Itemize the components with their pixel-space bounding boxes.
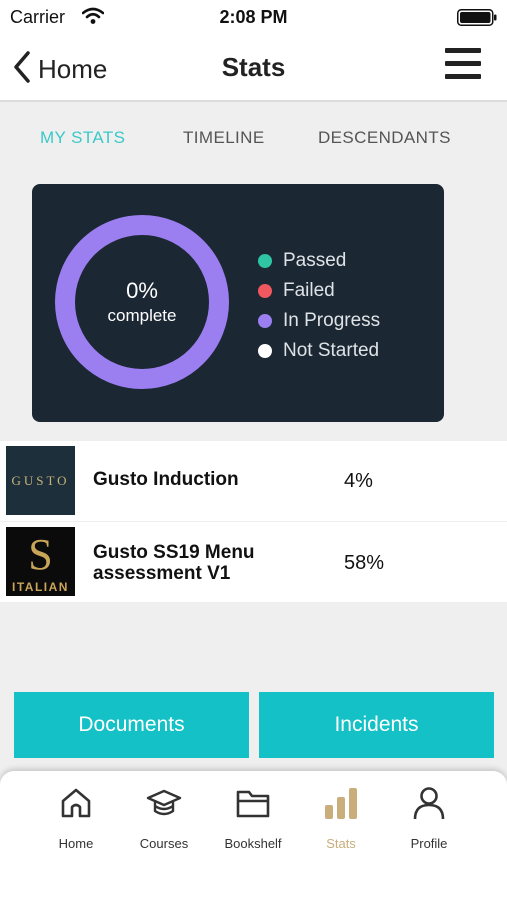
stats-summary-card: 0% complete Passed Failed In Progress No…: [32, 184, 444, 422]
chevron-left-icon: [12, 50, 32, 89]
tab-bar-label: Courses: [139, 836, 189, 851]
battery-icon: [457, 9, 497, 26]
tab-descendants[interactable]: DESCENDANTS: [318, 128, 451, 148]
tab-bar-home[interactable]: Home: [31, 785, 121, 851]
profile-icon: [384, 785, 474, 821]
documents-button[interactable]: Documents: [14, 692, 249, 758]
back-button[interactable]: Home: [12, 50, 107, 89]
legend-dot: [258, 284, 272, 298]
folder-icon: [208, 785, 298, 821]
tab-bar-label: Bookshelf: [224, 836, 282, 851]
home-icon: [31, 785, 121, 821]
status-bar: Carrier 2:08 PM: [0, 0, 507, 34]
course-thumbnail: S ITALIAN: [6, 527, 75, 596]
thumbnail-letter: S: [28, 530, 53, 579]
donut-center: 0% complete: [54, 214, 230, 390]
hamburger-menu-icon[interactable]: [445, 48, 483, 86]
navigation-bar: Home Stats: [0, 34, 507, 102]
legend-item-in-progress: In Progress: [258, 306, 380, 336]
back-label: Home: [38, 54, 108, 84]
course-title: Gusto SS19 Menu assessment V1: [93, 542, 255, 584]
legend-label: Failed: [283, 280, 335, 301]
legend-item-failed: Failed: [258, 276, 380, 306]
tab-bar-bookshelf[interactable]: Bookshelf: [208, 785, 298, 851]
tab-bar-stats[interactable]: Stats: [296, 785, 386, 851]
legend-dot: [258, 254, 272, 268]
course-progress: 58%: [344, 552, 385, 574]
bottom-tab-bar: Home Courses Bookshelf Stats Profile: [0, 771, 507, 900]
thumbnail-logo-text: GUSTO: [11, 472, 70, 488]
thumbnail-logo-text: ITALIAN: [12, 580, 69, 594]
course-thumbnail: GUSTO: [6, 446, 75, 515]
course-row-gusto-induction[interactable]: GUSTO Gusto Induction 4%: [0, 441, 507, 521]
legend-item-passed: Passed: [258, 246, 380, 276]
course-row-ss19-menu-assessment[interactable]: S ITALIAN Gusto SS19 Menu assessment V1 …: [0, 522, 507, 602]
tab-my-stats[interactable]: MY STATS: [40, 128, 125, 148]
graduation-cap-icon: [119, 785, 209, 821]
course-progress: 4%: [344, 470, 373, 492]
clock: 2:08 PM: [219, 7, 288, 27]
legend-label: In Progress: [283, 310, 381, 331]
completion-percent: 0%: [126, 278, 158, 303]
course-title: Gusto Induction: [93, 469, 239, 490]
legend-dot: [258, 314, 272, 328]
bar-chart-icon: [296, 785, 386, 821]
incidents-button[interactable]: Incidents: [259, 692, 494, 758]
completion-caption: complete: [107, 306, 177, 325]
legend-label: Passed: [283, 250, 347, 271]
tab-bar-profile[interactable]: Profile: [384, 785, 474, 851]
tab-bar-label: Profile: [410, 836, 448, 851]
legend-item-not-started: Not Started: [258, 336, 380, 366]
tab-bar-courses[interactable]: Courses: [119, 785, 209, 851]
stats-legend: Passed Failed In Progress Not Started: [258, 246, 380, 366]
tab-bar-label: Home: [58, 836, 94, 851]
tab-bar-label: Stats: [326, 836, 356, 851]
tab-timeline[interactable]: TIMELINE: [183, 128, 265, 148]
legend-label: Not Started: [283, 340, 380, 361]
stats-tabs: MY STATS TIMELINE DESCENDANTS: [0, 128, 507, 156]
legend-dot: [258, 344, 272, 358]
